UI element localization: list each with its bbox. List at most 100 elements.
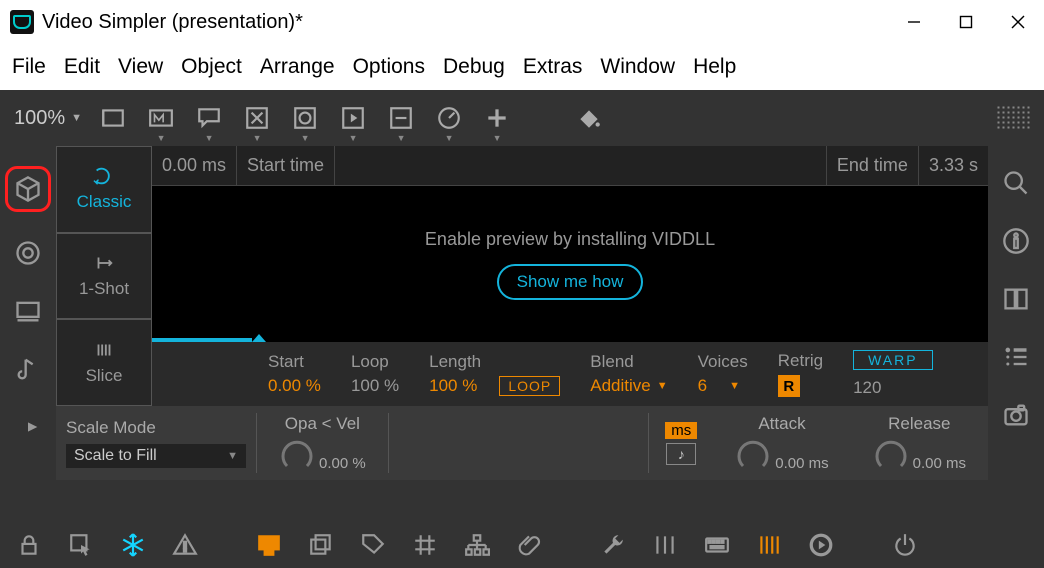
- param-length-label: Length: [429, 352, 560, 372]
- end-time-value[interactable]: 3.33 s: [919, 155, 988, 176]
- close-button[interactable]: [992, 2, 1044, 42]
- tool-rect-icon[interactable]: [96, 101, 130, 135]
- mode-tab-classic[interactable]: Classic: [56, 146, 151, 233]
- layers-icon[interactable]: [306, 530, 336, 560]
- warp-value[interactable]: 120: [853, 378, 932, 398]
- warp-pill[interactable]: WARP: [853, 350, 932, 370]
- tool-box-play-icon[interactable]: ▼: [336, 101, 370, 135]
- rail-cube-icon[interactable]: [5, 166, 51, 212]
- loop-pill[interactable]: LOOP: [499, 376, 560, 396]
- param-blend-label: Blend: [590, 352, 667, 372]
- tool-grid-icon[interactable]: [996, 105, 1030, 131]
- menu-extras[interactable]: Extras: [517, 51, 589, 83]
- maximize-button[interactable]: [940, 2, 992, 42]
- power-icon[interactable]: [890, 530, 920, 560]
- param-loop-value[interactable]: 100 %: [351, 376, 399, 396]
- rail-target-icon[interactable]: [11, 236, 45, 270]
- tool-plus-icon[interactable]: ▼: [480, 101, 514, 135]
- menu-help[interactable]: Help: [687, 51, 742, 83]
- mode-tab-slice[interactable]: Slice: [56, 319, 151, 406]
- tool-box-minus-icon[interactable]: ▼: [384, 101, 418, 135]
- menu-window[interactable]: Window: [594, 51, 681, 83]
- minimize-button[interactable]: [888, 2, 940, 42]
- scale-mode-value: Scale to Fill: [74, 447, 157, 465]
- param-length-value[interactable]: 100 %: [429, 376, 477, 396]
- warning-icon[interactable]: [170, 530, 200, 560]
- rail-screen-icon[interactable]: [11, 294, 45, 328]
- timeline-marker[interactable]: [152, 338, 252, 342]
- param-retrig-label: Retrig: [778, 351, 823, 371]
- preview-area: Enable preview by installing VIDDLL Show…: [152, 186, 988, 342]
- search-icon[interactable]: [999, 166, 1033, 200]
- play-ring-icon[interactable]: [806, 530, 836, 560]
- keyboard-icon[interactable]: [702, 530, 732, 560]
- param-blend-value[interactable]: Additive: [590, 376, 650, 396]
- scale-mode-label: Scale Mode: [66, 418, 246, 438]
- param-voices-value[interactable]: 6: [698, 376, 707, 396]
- tool-paint-bucket-icon[interactable]: [572, 101, 606, 135]
- cursor-select-icon[interactable]: [66, 530, 96, 560]
- menu-view[interactable]: View: [112, 51, 169, 83]
- attachment-icon[interactable]: [514, 530, 544, 560]
- bars-gray-icon[interactable]: [650, 530, 680, 560]
- attack-knob[interactable]: [735, 436, 771, 472]
- tool-comment-icon[interactable]: ▼: [192, 101, 226, 135]
- opa-vel-label: Opa < Vel: [285, 414, 360, 434]
- mode-slice-label: Slice: [86, 366, 123, 386]
- rail-note-icon[interactable]: [11, 352, 45, 386]
- chevron-down-icon: ▼: [657, 380, 668, 392]
- tool-gauge-icon[interactable]: ▼: [432, 101, 466, 135]
- mode-classic-label: Classic: [77, 192, 132, 212]
- param-start-label: Start: [268, 352, 321, 372]
- chevron-down-icon: ▼: [729, 380, 740, 392]
- hierarchy-icon[interactable]: [462, 530, 492, 560]
- release-value: 0.00 ms: [913, 455, 966, 472]
- mode-tab-oneshot[interactable]: 1-Shot: [56, 233, 151, 320]
- wrench-icon[interactable]: [598, 530, 628, 560]
- preview-message: Enable preview by installing VIDDLL: [425, 229, 715, 250]
- screen-orange-icon[interactable]: [254, 530, 284, 560]
- app-icon: [10, 10, 34, 34]
- menu-options[interactable]: Options: [347, 51, 431, 83]
- snowflake-icon[interactable]: [118, 530, 148, 560]
- menubar: File Edit View Object Arrange Options De…: [0, 44, 1044, 90]
- menu-file[interactable]: File: [6, 51, 52, 83]
- tag-icon[interactable]: [358, 530, 388, 560]
- menu-debug[interactable]: Debug: [437, 51, 511, 83]
- param-start-value[interactable]: 0.00 %: [268, 376, 321, 396]
- release-label: Release: [888, 414, 950, 434]
- rail-playlist-icon[interactable]: [11, 410, 45, 444]
- end-time-label: End time: [827, 155, 918, 176]
- chevron-down-icon: ▼: [227, 450, 238, 462]
- retrig-button[interactable]: R: [778, 375, 800, 397]
- scale-mode-select[interactable]: Scale to Fill ▼: [66, 444, 246, 468]
- opa-vel-knob[interactable]: [279, 436, 315, 472]
- camera-icon[interactable]: [999, 398, 1033, 432]
- menu-object[interactable]: Object: [175, 51, 248, 83]
- info-icon[interactable]: [999, 224, 1033, 258]
- menu-edit[interactable]: Edit: [58, 51, 106, 83]
- tool-text-m-icon[interactable]: ▼: [144, 101, 178, 135]
- param-loop-label: Loop: [351, 352, 399, 372]
- release-knob[interactable]: [873, 436, 909, 472]
- zoom-dropdown[interactable]: 100% ▼: [14, 107, 82, 130]
- split-view-icon[interactable]: [999, 282, 1033, 316]
- list-icon[interactable]: [999, 340, 1033, 374]
- tool-box-x-icon[interactable]: ▼: [240, 101, 274, 135]
- ms-badge[interactable]: ms: [665, 422, 697, 439]
- tool-box-circle-icon[interactable]: ▼: [288, 101, 322, 135]
- menu-arrange[interactable]: Arrange: [254, 51, 341, 83]
- lock-icon[interactable]: [14, 530, 44, 560]
- attack-value: 0.00 ms: [775, 455, 828, 472]
- hash-grid-icon[interactable]: [410, 530, 440, 560]
- chevron-down-icon: ▼: [71, 112, 82, 124]
- show-me-how-button[interactable]: Show me how: [497, 264, 644, 300]
- window-title: Video Simpler (presentation)*: [42, 11, 303, 34]
- bars-orange-icon[interactable]: [754, 530, 784, 560]
- opa-vel-value: 0.00 %: [319, 455, 366, 472]
- start-time-value[interactable]: 0.00 ms: [152, 155, 236, 176]
- attack-label: Attack: [758, 414, 805, 434]
- zoom-value: 100%: [14, 107, 65, 130]
- mode-oneshot-label: 1-Shot: [79, 279, 129, 299]
- note-badge[interactable]: ♪: [666, 443, 696, 465]
